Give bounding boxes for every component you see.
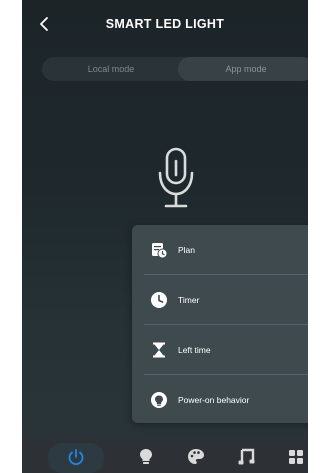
menu-item-label: Power-on behavior	[178, 394, 250, 405]
nav-palette-button[interactable]	[176, 440, 216, 473]
menu-item-power-on-behavior[interactable]: Power-on behavior	[132, 375, 308, 424]
menu-item-timer[interactable]: Timer	[132, 275, 308, 324]
menu-item-plan[interactable]: Plan	[132, 225, 308, 274]
menu-item-label: Timer	[178, 294, 200, 305]
nav-music-button[interactable]	[226, 440, 266, 473]
menu-item-left-time[interactable]: Left time	[132, 325, 308, 374]
menu-item-label: Plan	[178, 244, 196, 255]
local-mode-button[interactable]: Local mode	[42, 57, 180, 81]
plan-calendar-icon	[149, 240, 169, 260]
power-icon	[68, 448, 84, 465]
bulb-icon	[140, 448, 152, 464]
nav-power-button[interactable]	[56, 440, 96, 473]
popup-menu: Plan Timer Left time Power-on behavior	[132, 225, 308, 423]
grid-icon	[289, 449, 303, 464]
app-mode-button[interactable]: App mode	[178, 57, 308, 81]
app-screen: SMART LED LIGHT Local mode App mode Plan	[22, 0, 308, 473]
bottom-nav	[22, 440, 308, 473]
palette-icon	[188, 448, 204, 464]
nav-bulb-button[interactable]	[126, 440, 166, 473]
power-behavior-icon	[149, 390, 169, 410]
music-icon	[238, 448, 255, 464]
mode-toggle: Local mode App mode	[42, 57, 308, 81]
menu-item-label: Left time	[178, 344, 211, 355]
clock-icon	[149, 290, 169, 310]
hourglass-icon	[149, 340, 169, 360]
page-title: SMART LED LIGHT	[105, 17, 225, 31]
header: SMART LED LIGHT	[22, 0, 308, 50]
nav-grid-button[interactable]	[276, 440, 308, 473]
microphone-icon[interactable]	[156, 147, 196, 211]
